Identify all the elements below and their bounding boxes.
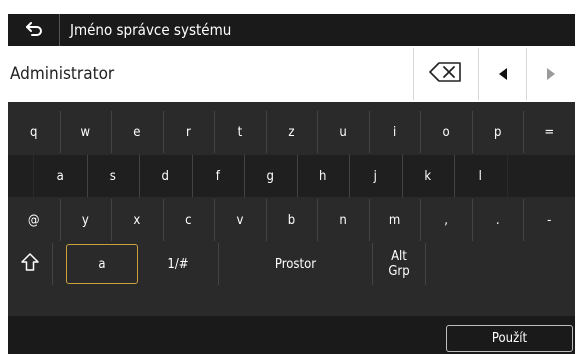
text-input-field[interactable]: Administrator	[10, 48, 114, 100]
on-screen-keyboard: q w e r t z u i o p = asdfghjkl @ y x c v b n m,. - a 1/# …	[8, 102, 575, 316]
key-separator	[52, 243, 53, 285]
screen: Jméno správce systému Administrator qwer…	[0, 0, 580, 354]
key-separator	[317, 199, 319, 241]
space-key[interactable]: Prostor	[219, 243, 372, 285]
key-u[interactable]: u	[317, 111, 369, 153]
key-symbol[interactable]: .	[472, 199, 524, 241]
key-separator	[368, 199, 370, 241]
key-symbol[interactable]: @	[8, 199, 60, 241]
apply-button[interactable]: Použít	[446, 325, 573, 352]
key-separator	[214, 199, 216, 241]
key-separator	[296, 155, 298, 197]
key-separator	[523, 111, 525, 153]
page-title: Jméno správce systému	[70, 21, 232, 39]
key-p[interactable]: p	[472, 111, 524, 153]
key-x[interactable]: x	[111, 199, 163, 241]
key-separator	[368, 111, 370, 153]
key-separator	[471, 111, 473, 153]
lowercase-mode-key[interactable]: a	[66, 244, 138, 284]
back-arrow-icon	[25, 21, 43, 40]
alt-grp-label-line1: Alt	[391, 249, 407, 264]
key-separator	[523, 199, 525, 241]
shift-up-arrow-icon	[20, 252, 40, 276]
keyboard-row-1: q w e r t z u i o p =	[8, 111, 575, 153]
keyboard-row-3: @ y x c v b n m,. -	[8, 199, 575, 241]
key-separator	[162, 111, 164, 153]
key-v[interactable]: v	[214, 199, 266, 241]
key-r[interactable]: r	[163, 111, 215, 153]
key-separator	[111, 199, 113, 241]
key-e[interactable]: e	[111, 111, 163, 153]
key-j[interactable]: j	[349, 155, 402, 197]
clear-button[interactable]	[413, 48, 478, 100]
key-i[interactable]: i	[369, 111, 421, 153]
empty-key	[507, 155, 575, 197]
key-separator	[401, 155, 403, 197]
keyboard-row-2: asdfghjkl	[8, 155, 575, 197]
key-separator	[420, 111, 422, 153]
key-s[interactable]: s	[86, 155, 139, 197]
alt-grp-label-line2: Grp	[388, 264, 410, 279]
back-button[interactable]	[8, 14, 60, 46]
key-z[interactable]: z	[266, 111, 318, 153]
key-h[interactable]: h	[296, 155, 349, 197]
key-d[interactable]: d	[139, 155, 192, 197]
key-separator	[139, 155, 140, 197]
key-n[interactable]: n	[317, 199, 369, 241]
key-separator	[265, 111, 267, 153]
key-t[interactable]: t	[214, 111, 266, 153]
key-a[interactable]: a	[34, 155, 87, 197]
backspace-x-icon	[429, 61, 463, 87]
key-separator	[59, 199, 61, 241]
key-separator	[214, 111, 216, 153]
key-symbol[interactable]: -	[523, 199, 575, 241]
key-separator	[191, 155, 193, 197]
keyboard-row-4: a 1/# Prostor Alt Grp	[8, 243, 575, 285]
key-g[interactable]: g	[244, 155, 297, 197]
key-y[interactable]: y	[60, 199, 112, 241]
input-row: Administrator	[8, 48, 575, 100]
key-separator	[244, 155, 245, 197]
key-separator	[349, 155, 350, 197]
title-bar: Jméno správce systému	[8, 14, 575, 46]
bottom-bar: Použít	[8, 316, 575, 354]
key-q[interactable]: q	[8, 111, 60, 153]
key-separator	[59, 111, 61, 153]
empty-key	[8, 155, 33, 197]
key-b[interactable]: b	[266, 199, 318, 241]
key-l[interactable]: l	[454, 155, 507, 197]
key-separator	[317, 111, 319, 153]
key-c[interactable]: c	[163, 199, 215, 241]
alt-grp-key[interactable]: Alt Grp	[373, 243, 425, 285]
triangle-right-icon	[546, 65, 556, 84]
key-separator	[454, 155, 455, 197]
key-separator	[471, 199, 473, 241]
key-f[interactable]: f	[191, 155, 244, 197]
triangle-left-icon	[498, 65, 508, 84]
key-separator	[162, 199, 164, 241]
key-separator	[111, 111, 113, 153]
shift-key[interactable]	[8, 243, 51, 285]
symbols-mode-key[interactable]: 1/#	[138, 243, 218, 285]
key-separator	[265, 199, 267, 241]
key-symbol[interactable]: ,	[420, 199, 472, 241]
key-symbol[interactable]: =	[523, 111, 575, 153]
empty-key	[426, 243, 575, 285]
key-separator	[86, 155, 88, 197]
cursor-left-button[interactable]	[478, 48, 526, 100]
key-o[interactable]: o	[420, 111, 472, 153]
key-separator	[420, 199, 422, 241]
key-w[interactable]: w	[60, 111, 112, 153]
key-m[interactable]: m	[369, 199, 421, 241]
key-k[interactable]: k	[401, 155, 454, 197]
cursor-right-button[interactable]	[526, 48, 575, 100]
